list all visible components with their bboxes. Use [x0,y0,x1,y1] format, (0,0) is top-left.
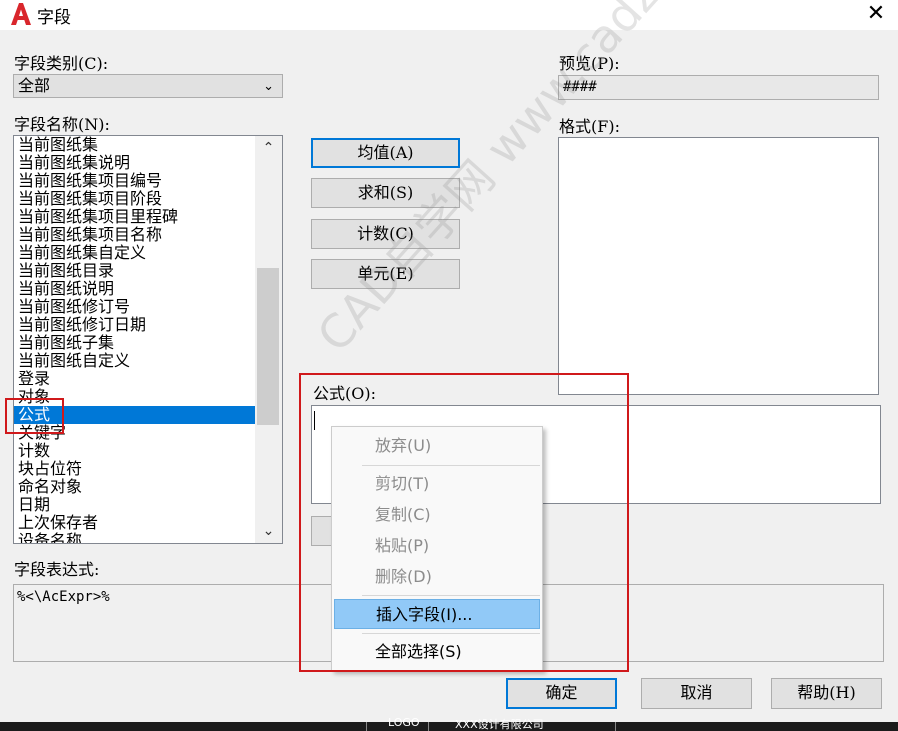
category-dropdown[interactable]: 全部 ⌄ [13,74,283,98]
highlight-box-formula-area [299,373,629,672]
list-item[interactable]: 日期 [14,496,255,514]
list-item[interactable]: 当前图纸集项目阶段 [14,190,255,208]
category-label: 字段类别(C): [14,54,109,73]
list-item[interactable]: 当前图纸目录 [14,262,255,280]
scroll-thumb[interactable] [257,268,279,425]
autocad-logo-icon [11,3,31,25]
list-item[interactable]: 当前图纸集项目里程碑 [14,208,255,226]
list-item[interactable]: 当前图纸说明 [14,280,255,298]
help-button[interactable]: 帮助(H) [771,678,882,709]
list-item[interactable]: 当前图纸集 [14,136,255,154]
strip-company-text: XXX设计有限公司 [455,718,544,731]
format-list[interactable] [558,137,879,395]
field-names-items: 当前图纸集 当前图纸集说明 当前图纸集项目编号 当前图纸集项目阶段 当前图纸集项目里程碑… [14,136,255,543]
close-button[interactable]: ✕ [862,1,890,27]
preview-field: #### [558,75,879,100]
list-item[interactable]: 块占位符 [14,460,255,478]
list-item[interactable]: 当前图纸修订号 [14,298,255,316]
list-item[interactable]: 当前图纸修订日期 [14,316,255,334]
field-names-list[interactable]: 当前图纸集 当前图纸集说明 当前图纸集项目编号 当前图纸集项目阶段 当前图纸集项目里程碑… [13,135,283,544]
strip-divider [428,722,429,731]
list-item[interactable]: 设备名称 [14,532,255,543]
ok-button[interactable]: 确定 [506,678,617,709]
strip-divider [366,722,367,731]
window-title: 字段 [37,8,71,28]
list-item[interactable]: 当前图纸集自定义 [14,244,255,262]
list-item[interactable]: 上次保存者 [14,514,255,532]
list-item[interactable]: 登录 [14,370,255,388]
cancel-button[interactable]: 取消 [641,678,752,709]
scroll-up-icon[interactable]: ⌃ [255,138,282,158]
list-scrollbar[interactable]: ⌃ ⌄ [255,136,282,543]
title-bar [0,0,898,30]
list-item[interactable]: 当前图纸集项目编号 [14,172,255,190]
strip-logo-text: LOGO [388,716,420,729]
chevron-down-icon: ⌄ [263,79,274,94]
list-item[interactable]: 计数 [14,442,255,460]
list-item[interactable]: 当前图纸集项目名称 [14,226,255,244]
scroll-down-icon[interactable]: ⌄ [255,521,282,541]
list-item[interactable]: 命名对象 [14,478,255,496]
strip-divider [615,722,616,731]
highlight-box-formula-item [5,398,64,434]
expression-label: 字段表达式: [14,560,100,579]
list-item[interactable]: 当前图纸子集 [14,334,255,352]
average-button[interactable]: 均值(A) [311,138,460,168]
list-item[interactable]: 当前图纸集说明 [14,154,255,172]
field-names-label: 字段名称(N): [14,115,110,134]
list-item[interactable]: 当前图纸自定义 [14,352,255,370]
background-drawing-strip: LOGO XXX设计有限公司 [0,716,898,731]
category-selected-value: 全部 [18,76,51,95]
